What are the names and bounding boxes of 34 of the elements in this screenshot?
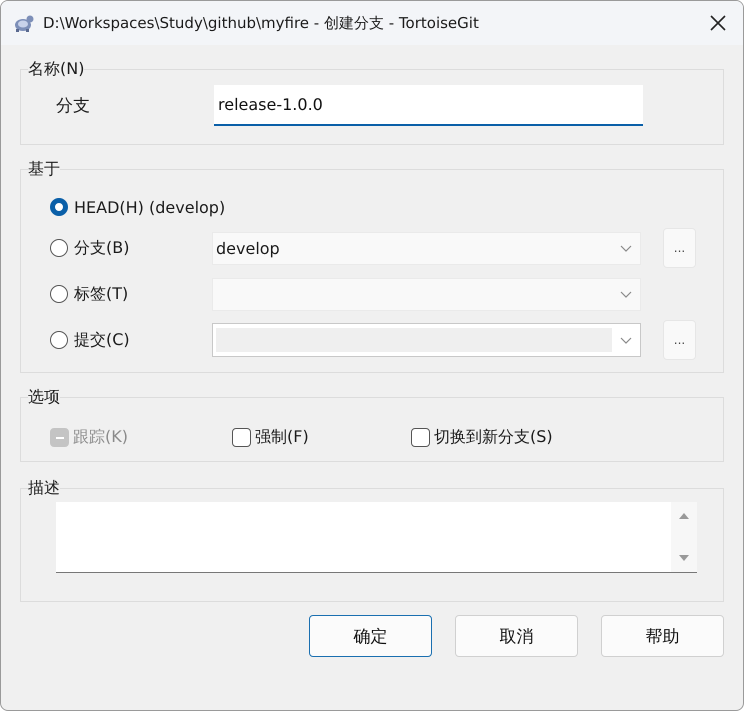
chevron-icon	[620, 290, 632, 298]
dialog-button[interactable]: 取消	[455, 615, 578, 657]
checkbox-label[interactable]: 切换到新分支(S)	[434, 427, 553, 448]
dialog-button[interactable]: 帮助	[601, 615, 724, 657]
branch-label: 分支	[55, 95, 91, 117]
browse-button[interactable]: ...	[663, 228, 696, 268]
browse-button[interactable]: ...	[663, 320, 696, 360]
group-legend: 名称(N)	[28, 59, 84, 79]
radio-button[interactable]	[50, 239, 68, 257]
radio-button[interactable]	[50, 285, 68, 303]
turtle-icon	[13, 13, 35, 33]
window-title: D:\Workspaces\Study\github\myfire - 创建分支 - TortoiseGit	[43, 14, 480, 32]
scroll-up-icon[interactable]	[678, 512, 690, 520]
radio-label[interactable]: 标签(T)	[74, 284, 128, 304]
radio-label[interactable]: HEAD(H) (develop)	[74, 198, 226, 216]
dropdown[interactable]: develop	[212, 232, 641, 264]
chevron-icon	[620, 336, 632, 344]
radio-button[interactable]	[50, 331, 68, 349]
radio-label[interactable]: 分支(B)	[74, 238, 130, 258]
close-icon[interactable]	[709, 14, 727, 32]
group-legend: 选项	[28, 387, 60, 407]
group-legend: 基于	[28, 159, 60, 179]
radio-button[interactable]	[50, 198, 68, 216]
checkbox-label[interactable]: 强制(F)	[255, 427, 309, 448]
scroll-down-icon[interactable]	[678, 554, 690, 562]
group-legend: 描述	[28, 478, 60, 498]
chevron-icon	[620, 244, 632, 252]
checkbox[interactable]	[232, 428, 251, 447]
scrollbar[interactable]	[671, 502, 697, 572]
description-field[interactable]	[56, 502, 697, 573]
dialog-button[interactable]: 确定	[309, 615, 432, 657]
radio-label[interactable]: 提交(C)	[74, 330, 130, 350]
checkbox[interactable]	[411, 428, 430, 447]
branch-name-field[interactable]: release-1.0.0	[214, 85, 643, 126]
